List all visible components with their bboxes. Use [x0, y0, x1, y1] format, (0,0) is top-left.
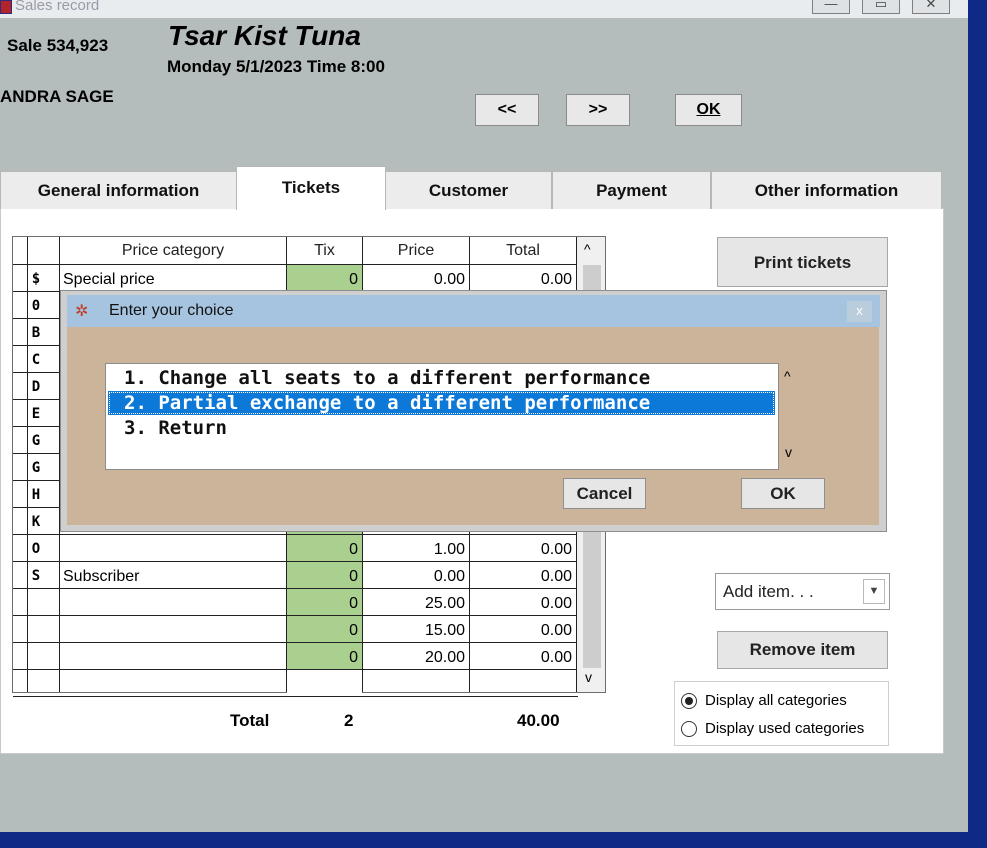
- row-code: H: [31, 487, 41, 503]
- display-used-label[interactable]: Display used categories: [705, 720, 864, 737]
- scroll-up-icon[interactable]: ^: [584, 241, 591, 257]
- list-scroll-up-icon[interactable]: ^: [784, 368, 791, 384]
- row-code: G: [31, 433, 41, 449]
- next-button[interactable]: >>: [566, 94, 630, 126]
- row-code: [27, 670, 45, 696]
- dialog-ok-button[interactable]: OK: [741, 478, 825, 509]
- option-partial-exchange[interactable]: 2. Partial exchange to a different perfo…: [108, 391, 775, 415]
- row-total: 0.00: [540, 622, 572, 639]
- row-code: D: [31, 379, 41, 395]
- row-total: 0.00: [540, 568, 572, 585]
- row-code: $: [31, 271, 41, 287]
- row-code: G: [31, 460, 41, 476]
- row-price: [363, 670, 469, 696]
- column-header-tix[interactable]: Tix: [287, 239, 362, 263]
- column-header-total[interactable]: Total: [470, 239, 576, 263]
- row-code: [27, 589, 45, 615]
- display-used-radio[interactable]: [681, 721, 697, 737]
- enter-choice-dialog: ✲ Enter your choice x 1. Change all seat…: [60, 290, 887, 532]
- row-total: 0.00: [540, 595, 572, 612]
- table-row[interactable]: 0 15.00 0.00: [13, 616, 576, 642]
- column-header-price[interactable]: Price: [363, 239, 469, 263]
- table-row[interactable]: $ Special price 0 0.00 0.00: [13, 265, 576, 291]
- row-tix[interactable]: 0: [287, 535, 362, 561]
- table-row[interactable]: S Subscriber 0 0.00 0.00: [13, 562, 576, 588]
- row-tix[interactable]: 0: [287, 589, 362, 615]
- add-item-value: Add item. . .: [723, 582, 814, 601]
- row-code: 0: [31, 298, 41, 314]
- row-code: K: [31, 514, 41, 530]
- window-title: Sales record: [15, 0, 100, 14]
- tab-tickets[interactable]: Tickets: [236, 166, 386, 210]
- row-tix[interactable]: [287, 670, 362, 696]
- total-tix: 2: [344, 711, 354, 730]
- ok-button[interactable]: OK: [675, 94, 742, 126]
- row-category: Special price: [63, 271, 155, 288]
- row-tix[interactable]: 0: [287, 265, 362, 291]
- row-total: [469, 670, 576, 696]
- row-tix[interactable]: 0: [287, 562, 362, 588]
- column-header-price-category[interactable]: Price category: [60, 239, 286, 263]
- row-total: 0.00: [540, 271, 572, 288]
- chevron-down-icon[interactable]: ▼: [863, 579, 885, 604]
- display-all-radio[interactable]: [681, 693, 697, 709]
- event-title: Tsar Kist Tuna: [168, 20, 361, 51]
- row-code: C: [31, 352, 41, 368]
- row-price: 0.00: [433, 568, 465, 585]
- maximize-button[interactable]: ▭: [862, 0, 900, 14]
- app-icon: [0, 0, 12, 14]
- option-change-all-seats[interactable]: 1. Change all seats to a different perfo…: [108, 366, 775, 390]
- table-row[interactable]: [13, 670, 576, 696]
- row-price: 25.00: [424, 595, 465, 612]
- dialog-cancel-button[interactable]: Cancel: [563, 478, 646, 509]
- sale-number: Sale 534,923: [7, 36, 109, 55]
- display-all-label[interactable]: Display all categories: [705, 692, 847, 709]
- dialog-title-bar: ✲ Enter your choice x: [67, 295, 880, 327]
- customer-name: ANDRA SAGE: [0, 87, 114, 106]
- row-tix[interactable]: 0: [287, 616, 362, 642]
- sales-record-window: Sales record — ▭ ✕ Sale 534,923 Tsar Kis…: [0, 0, 968, 832]
- title-bar: Sales record — ▭ ✕: [0, 0, 968, 18]
- row-code: E: [31, 406, 41, 422]
- row-price: 15.00: [424, 622, 465, 639]
- previous-button[interactable]: <<: [475, 94, 539, 126]
- tab-customer[interactable]: Customer: [385, 171, 552, 209]
- tab-payment[interactable]: Payment: [552, 171, 711, 209]
- event-date: Monday 5/1/2023 Time 8:00: [167, 57, 385, 76]
- option-return[interactable]: 3. Return: [108, 416, 775, 440]
- row-divider: [13, 696, 578, 697]
- row-code: [27, 643, 45, 669]
- row-code: S: [31, 568, 41, 584]
- print-tickets-button[interactable]: Print tickets: [717, 237, 888, 287]
- total-amount: 40.00: [517, 711, 560, 730]
- row-price: 1.00: [433, 541, 465, 558]
- list-scroll-down-icon[interactable]: v: [785, 444, 792, 460]
- tab-general-information[interactable]: General information: [0, 171, 237, 209]
- tab-other-information[interactable]: Other information: [711, 171, 942, 209]
- row-code: B: [31, 325, 41, 341]
- table-row[interactable]: 0 25.00 0.00: [13, 589, 576, 615]
- row-total: 0.00: [540, 649, 572, 666]
- row-price: 0.00: [433, 271, 465, 288]
- row-total: 0.00: [540, 541, 572, 558]
- dialog-close-button[interactable]: x: [847, 301, 872, 322]
- dialog-body: 1. Change all seats to a different perfo…: [67, 327, 879, 525]
- close-button[interactable]: ✕: [912, 0, 950, 14]
- choice-listbox[interactable]: 1. Change all seats to a different perfo…: [105, 363, 792, 470]
- dialog-app-icon: ✲: [75, 303, 89, 320]
- row-tix[interactable]: 0: [287, 643, 362, 669]
- minimize-button[interactable]: —: [812, 0, 850, 14]
- row-code: [27, 616, 45, 642]
- dialog-title: Enter your choice: [109, 302, 234, 319]
- row-code: O: [31, 541, 41, 557]
- remove-item-button[interactable]: Remove item: [717, 631, 888, 669]
- table-row[interactable]: O 0 1.00 0.00: [13, 535, 576, 561]
- row-price: 20.00: [424, 649, 465, 666]
- total-label: Total: [230, 711, 270, 730]
- scroll-down-icon[interactable]: v: [585, 669, 592, 685]
- table-row[interactable]: 0 20.00 0.00: [13, 643, 576, 669]
- row-category: Subscriber: [63, 568, 140, 585]
- add-item-dropdown[interactable]: Add item. . . ▼: [715, 573, 890, 610]
